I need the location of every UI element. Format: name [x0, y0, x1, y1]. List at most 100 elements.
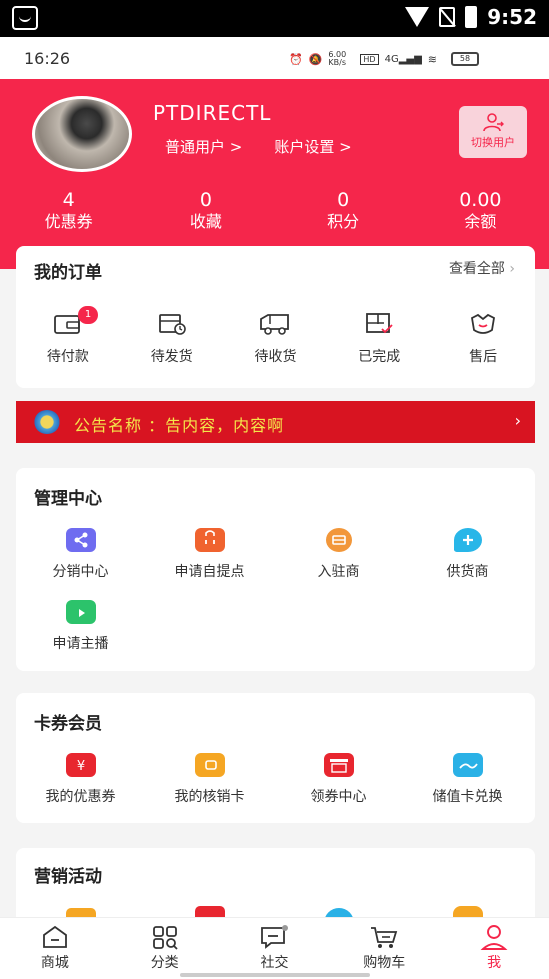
stat-value: 4 [62, 189, 75, 211]
stat-favorites[interactable]: 0 收藏 [137, 189, 274, 233]
distribution-center-item[interactable]: 分销中心 [16, 528, 145, 581]
tv-icon [65, 600, 96, 624]
coupon-center-item[interactable]: 领券中心 [274, 753, 403, 806]
announcement-banner[interactable]: 公告名称 ：告内容，内容啊 › [16, 401, 535, 443]
see-all-label: 查看全部 [448, 261, 505, 277]
order-badge: 1 [78, 306, 98, 324]
tab-label: 购物车 [363, 955, 406, 971]
stat-value: 0 [337, 189, 350, 211]
tab-label: 社交 [260, 955, 289, 971]
stat-label: 积分 [327, 212, 360, 231]
chat-icon [261, 925, 289, 949]
stat-label: 收藏 [189, 212, 222, 231]
see-all-orders-link[interactable]: 查看全部 › [449, 258, 515, 278]
truck-icon [260, 314, 290, 335]
tab-label: 分类 [150, 955, 179, 971]
order-label: 待付款 [46, 349, 89, 365]
tab-category[interactable]: 分类 [110, 918, 220, 979]
order-label: 售后 [469, 349, 498, 365]
switch-user-icon [483, 113, 504, 132]
shop-bag-icon [194, 528, 225, 552]
role-link[interactable]: 普通用户 > [165, 136, 242, 157]
username: PTDIRECTL [153, 101, 272, 125]
vip-item-label: 我的优惠券 [45, 789, 116, 805]
cart-icon [371, 927, 398, 948]
order-pending-receipt[interactable]: 待收货 [224, 312, 328, 366]
user-icon [480, 925, 508, 950]
tab-cart[interactable]: 购物车 [329, 918, 439, 979]
merchant-entry-item[interactable]: 入驻商 [274, 528, 403, 581]
order-pending-shipment[interactable]: 待发货 [120, 312, 224, 366]
stat-label: 优惠券 [44, 212, 93, 231]
vip-item-label: 我的核销卡 [174, 789, 245, 805]
vip-title: 卡券会员 [34, 714, 102, 734]
coupon-box-icon [323, 753, 354, 777]
card-wallet-icon [194, 753, 225, 777]
inner-status-time: 16:26 [24, 49, 71, 68]
marketing-title: 营销活动 [34, 867, 102, 887]
hd-icon: HD [360, 53, 379, 65]
vip-card: 卡券会员 ¥ 我的优惠券 我的核销卡 领券中心 储值卡兑换 [16, 693, 535, 823]
switch-user-label: 切换用户 [471, 136, 515, 149]
stored-value-exchange-item[interactable]: 储值卡兑换 [403, 753, 532, 806]
order-completed[interactable]: 已完成 [327, 312, 431, 366]
order-label: 待收货 [254, 349, 297, 365]
avatar[interactable] [32, 96, 132, 172]
signal-icon: 4G▂▄▆ [384, 53, 422, 65]
profile-header: PTDIRECTL 普通用户 > 账户设置 > 切换用户 4 优惠券 0 收藏 … [0, 79, 549, 269]
stat-points[interactable]: 0 积分 [275, 189, 412, 233]
stat-value: 0.00 [459, 189, 502, 211]
my-redemption-card-item[interactable]: 我的核销卡 [145, 753, 274, 806]
vip-item-label: 储值卡兑换 [432, 789, 503, 805]
home-icon [42, 925, 67, 948]
category-icon [152, 926, 178, 950]
chevron-right-icon: › [514, 411, 521, 430]
supplier-item[interactable]: 供货商 [403, 528, 532, 581]
home-indicator[interactable] [180, 973, 370, 977]
switch-user-button[interactable]: 切换用户 [459, 106, 527, 158]
after-sales-icon [471, 313, 496, 334]
marketing-card: 营销活动 [16, 848, 535, 928]
pickup-point-item[interactable]: 申请自提点 [145, 528, 274, 581]
mute-icon: 🔕 [308, 52, 323, 66]
tab-social[interactable]: 社交 [220, 918, 330, 979]
stat-coupons[interactable]: 4 优惠券 [0, 189, 137, 233]
supplier-chat-icon [453, 528, 482, 552]
stat-label: 余额 [464, 212, 497, 231]
alarm-icon: ⏰ [289, 52, 303, 66]
announcement-text: 公告名称 ：告内容，内容啊 [74, 416, 285, 435]
merchant-icon [325, 528, 352, 552]
management-item-label: 分销中心 [52, 564, 109, 580]
inner-battery-icon: 58 [451, 52, 479, 66]
network-speed: 6.00 KB/s [328, 50, 347, 67]
my-coupons-item[interactable]: ¥ 我的优惠券 [16, 753, 145, 806]
order-pending-payment[interactable]: 1 待付款 [16, 306, 120, 366]
pending-box-icon [158, 314, 186, 335]
yen-coupon-icon: ¥ [65, 753, 96, 777]
management-item-label: 入驻商 [317, 564, 360, 580]
stat-balance[interactable]: 0.00 余额 [412, 189, 549, 233]
no-sim-icon [439, 7, 456, 27]
announcement-icon [34, 410, 60, 434]
account-settings-link[interactable]: 账户设置 > [274, 136, 351, 157]
chevron-right-icon: › [509, 261, 515, 277]
completed-box-icon [366, 313, 393, 334]
tab-label: 商城 [40, 955, 69, 971]
management-title: 管理中心 [34, 489, 102, 509]
card-exchange-icon [452, 753, 483, 777]
vip-item-label: 领券中心 [310, 789, 367, 805]
tab-mall[interactable]: 商城 [0, 918, 110, 979]
svg-text:¥: ¥ [76, 759, 84, 774]
inner-status-bar: 16:26 ⏰ 🔕 6.00 KB/s HD 4G▂▄▆ ≋ 58 [0, 37, 549, 79]
apply-streamer-item[interactable]: 申请主播 [16, 600, 145, 653]
orders-title: 我的订单 [34, 263, 102, 283]
order-label: 待发货 [150, 349, 193, 365]
stat-value: 0 [199, 189, 212, 211]
wifi-icon [405, 7, 430, 27]
order-after-sales[interactable]: 售后 [431, 312, 535, 366]
wifi-small-icon: ≋ [427, 52, 437, 66]
orders-card: 我的订单 查看全部 › 1 待付款 待发货 待收货 已完成 售后 [16, 246, 535, 388]
order-label: 已完成 [358, 349, 401, 365]
bottom-tab-bar: 商城 分类 社交 购物车 我 [0, 917, 549, 979]
tab-me[interactable]: 我 [439, 918, 549, 979]
